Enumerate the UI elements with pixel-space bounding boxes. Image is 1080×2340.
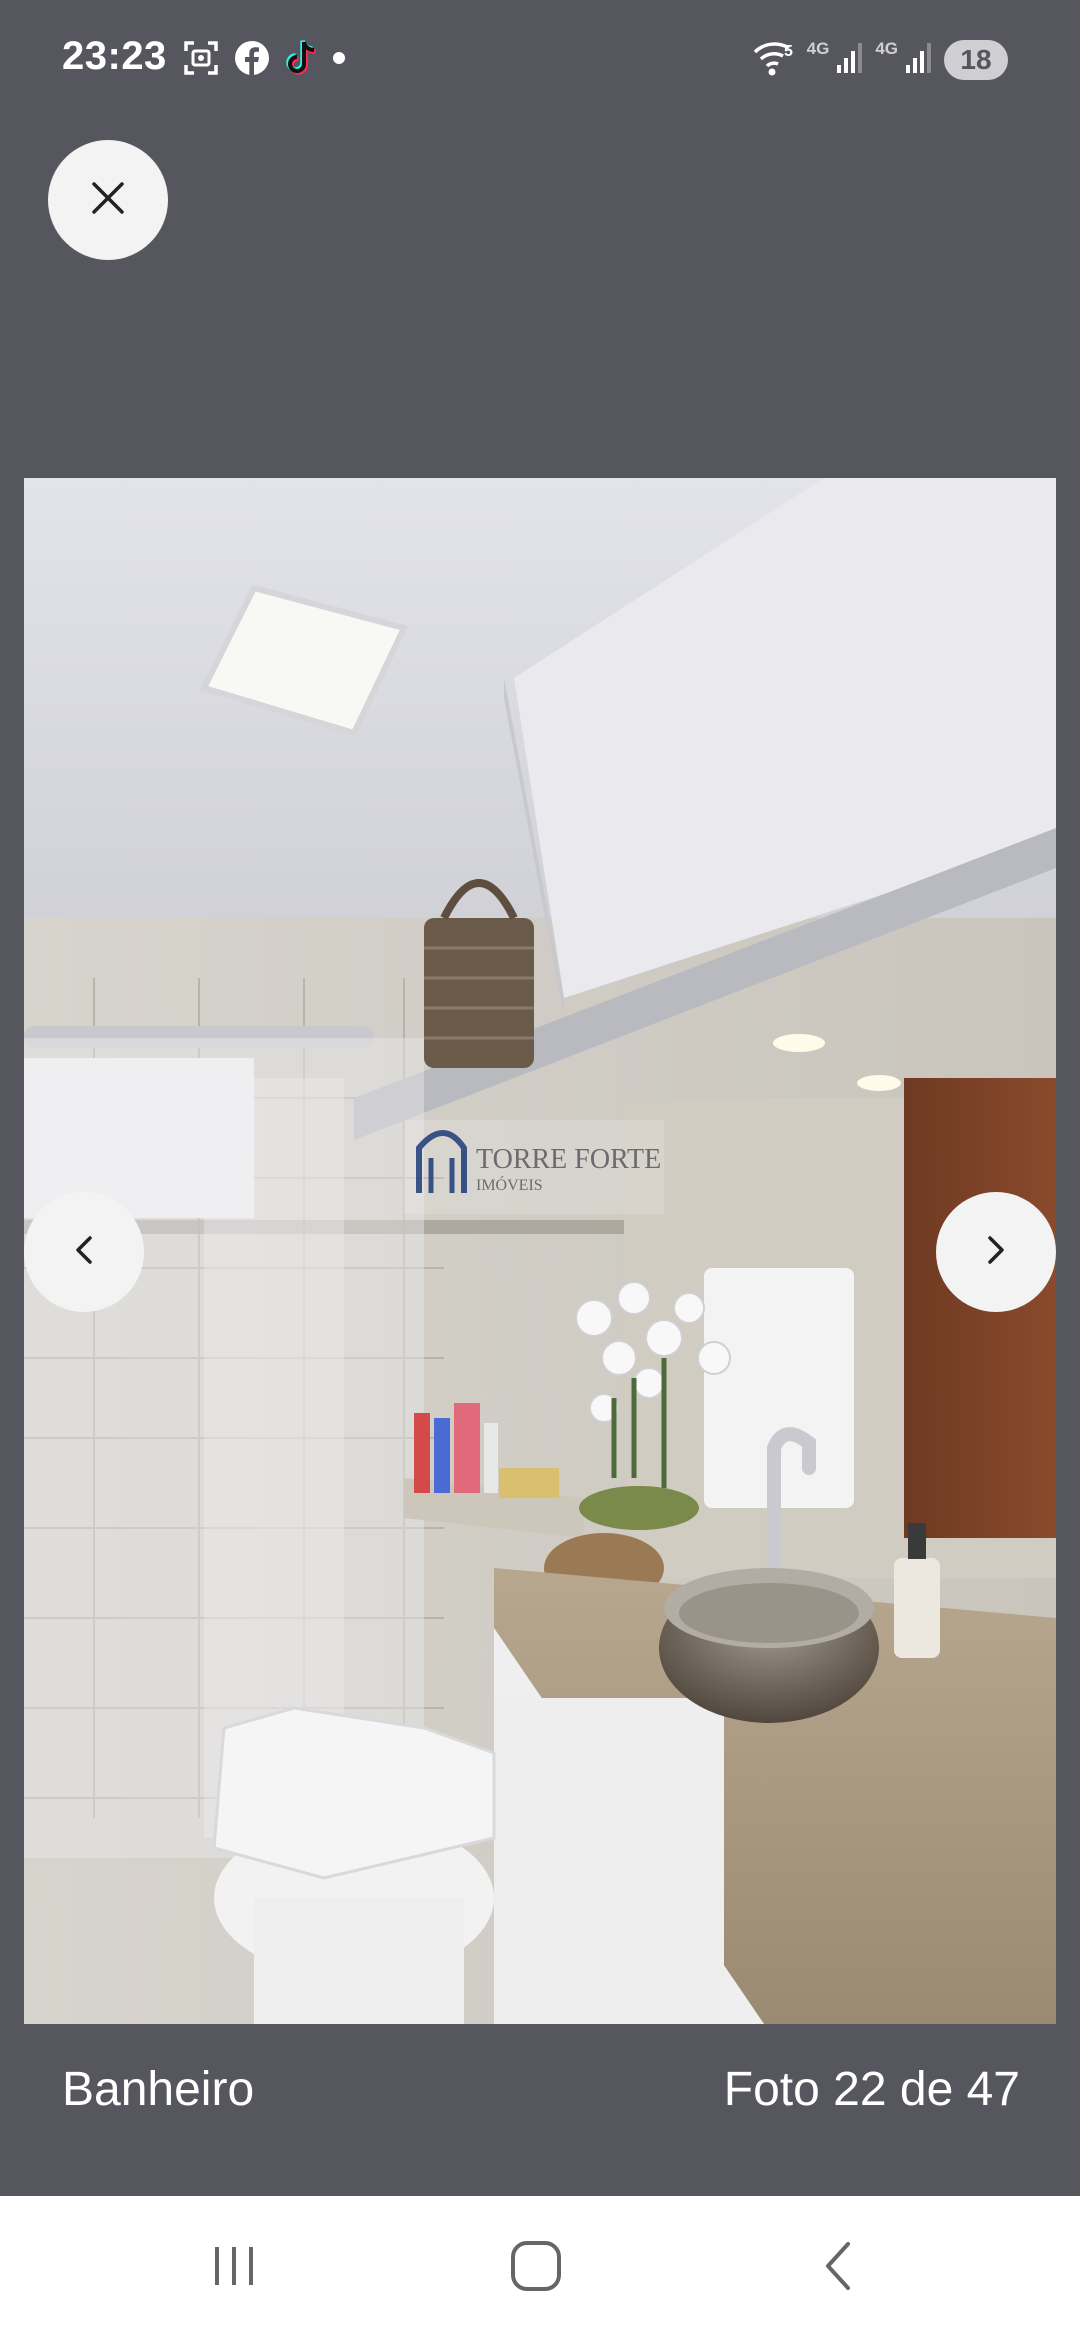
chevron-left-icon: [72, 1234, 96, 1271]
notification-icons: [182, 38, 346, 82]
status-right: 5 4G 4G 18: [753, 38, 1008, 82]
watermark-brand: TORRE FORTE: [476, 1144, 661, 1175]
back-icon: [818, 2238, 858, 2299]
chevron-right-icon: [984, 1234, 1008, 1271]
battery-indicator: 18: [944, 40, 1008, 80]
recent-apps-icon: [209, 2241, 259, 2296]
home-icon: [508, 2238, 564, 2299]
network-label-2: 4G: [875, 39, 898, 58]
back-button[interactable]: [788, 2232, 888, 2304]
dot-icon: [332, 51, 346, 70]
photo-caption-title: Banheiro: [62, 2063, 255, 2116]
wifi-icon: 5: [753, 38, 797, 83]
signal-icon-2: [904, 41, 934, 80]
status-bar: 23:23 5 4G 4G 18: [0, 0, 1080, 118]
home-button[interactable]: [486, 2232, 586, 2304]
wifi-label: 5: [784, 43, 793, 60]
next-photo-button[interactable]: [936, 1192, 1056, 1312]
bathroom-photo: TORRE FORTE IMÓVEIS: [24, 478, 1056, 2024]
network-label-1: 4G: [806, 39, 830, 58]
gallery-photo[interactable]: TORRE FORTE IMÓVEIS: [24, 478, 1056, 2024]
recent-apps-button[interactable]: [184, 2232, 284, 2304]
watermark: TORRE FORTE IMÓVEIS: [404, 1120, 664, 1214]
signal-icon-1: [835, 41, 865, 80]
system-navigation-bar: [0, 2196, 1080, 2340]
watermark-sub: IMÓVEIS: [476, 1175, 543, 1194]
close-button[interactable]: [48, 140, 168, 260]
facebook-icon: [234, 40, 270, 81]
previous-photo-button[interactable]: [24, 1192, 144, 1312]
screenshot-icon: [182, 39, 220, 82]
status-time: 23:23: [62, 34, 167, 78]
photo-counter: Foto 22 de 47: [723, 2063, 1020, 2116]
tiktok-icon: [284, 39, 318, 82]
close-icon: [90, 180, 126, 221]
